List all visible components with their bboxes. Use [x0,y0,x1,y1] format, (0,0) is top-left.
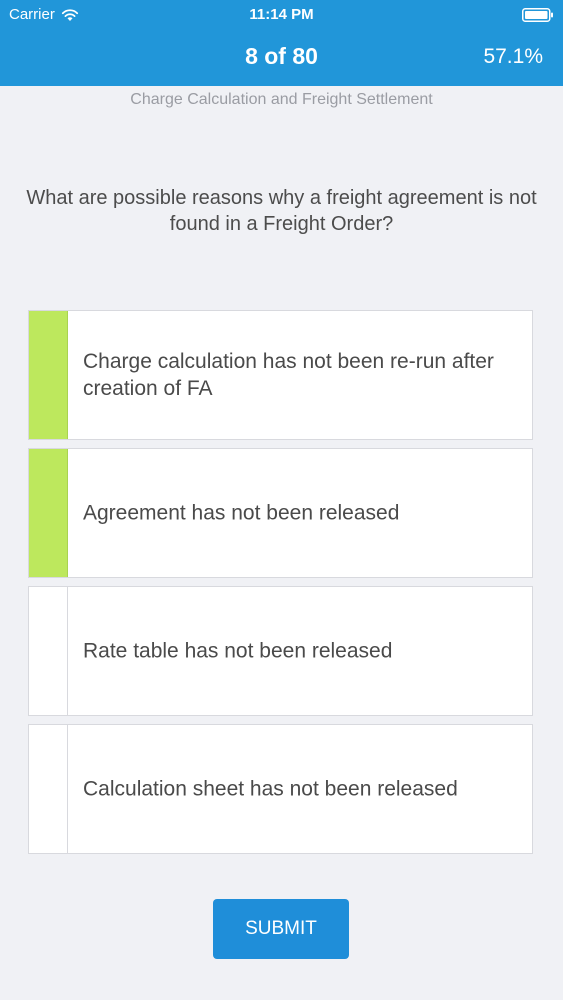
answer-label: Calculation sheet has not been released [83,777,458,801]
answer-label: Agreement has not been released [83,501,400,525]
answer-label: Charge calculation has not been re-run a… [83,350,494,400]
answer-option-3[interactable]: Rate table has not been released [28,586,533,716]
answer-marker [29,725,68,853]
score-percent: 57.1% [483,45,543,68]
answer-label: Rate table has not been released [83,639,393,663]
header-bar: Carrier 11:14 PM 8 of 80 57.1% [0,0,563,86]
answer-selected-marker [29,449,68,577]
answer-option-2[interactable]: Agreement has not been released [28,448,533,578]
battery-icon [522,8,553,22]
answer-option-1[interactable]: Charge calculation has not been re-run a… [28,310,533,440]
submit-button[interactable]: SUBMIT [213,899,349,959]
question-counter: 8 of 80 [245,43,318,69]
category-label: Charge Calculation and Freight Settlemen… [130,91,433,108]
answer-option-4[interactable]: Calculation sheet has not been released [28,724,533,854]
status-time: 11:14 PM [249,6,314,23]
answer-selected-marker [29,311,68,439]
status-bar: Carrier 11:14 PM [0,0,563,30]
answer-marker [29,587,68,715]
question-text: What are possible reasons why a freight … [26,187,537,235]
